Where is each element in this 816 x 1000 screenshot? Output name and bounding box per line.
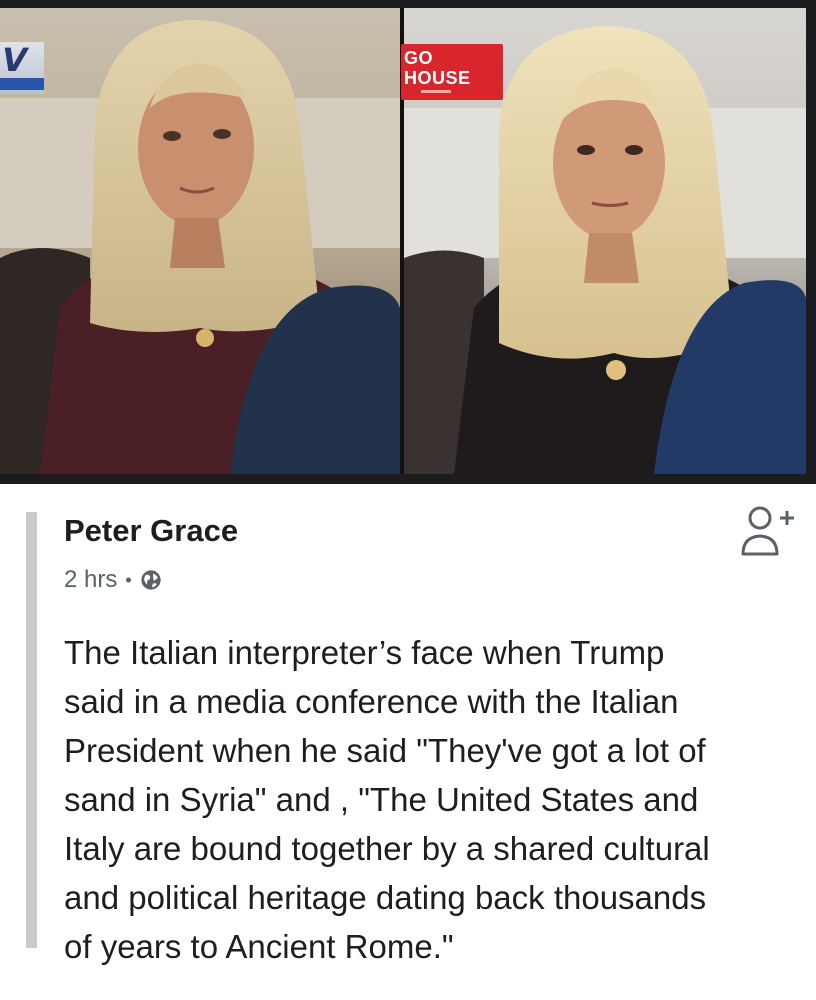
photo-panel-left — [0, 8, 400, 474]
tv-logo-bar — [0, 78, 44, 90]
post-text: The Italian interpreter’s face when Trum… — [64, 634, 710, 965]
add-friend-icon[interactable] — [738, 504, 798, 562]
post-photo[interactable]: V GO HOUSE — [0, 0, 816, 484]
tv-banner-line1: GO — [404, 48, 434, 68]
post-time[interactable]: 2 hrs — [64, 566, 117, 594]
tv-banner: GO HOUSE — [401, 44, 503, 100]
quote-bar — [26, 512, 37, 948]
tv-logo-left: V — [0, 41, 44, 94]
tv-banner-stripe — [421, 90, 451, 93]
globe-icon[interactable] — [140, 569, 162, 591]
meta-separator: • — [125, 569, 132, 590]
post-meta: 2 hrs • — [64, 565, 162, 595]
author-name[interactable]: Peter Grace — [64, 513, 238, 549]
tv-logo-text: V — [0, 41, 31, 79]
tv-banner-line2: HOUSE — [404, 68, 471, 88]
